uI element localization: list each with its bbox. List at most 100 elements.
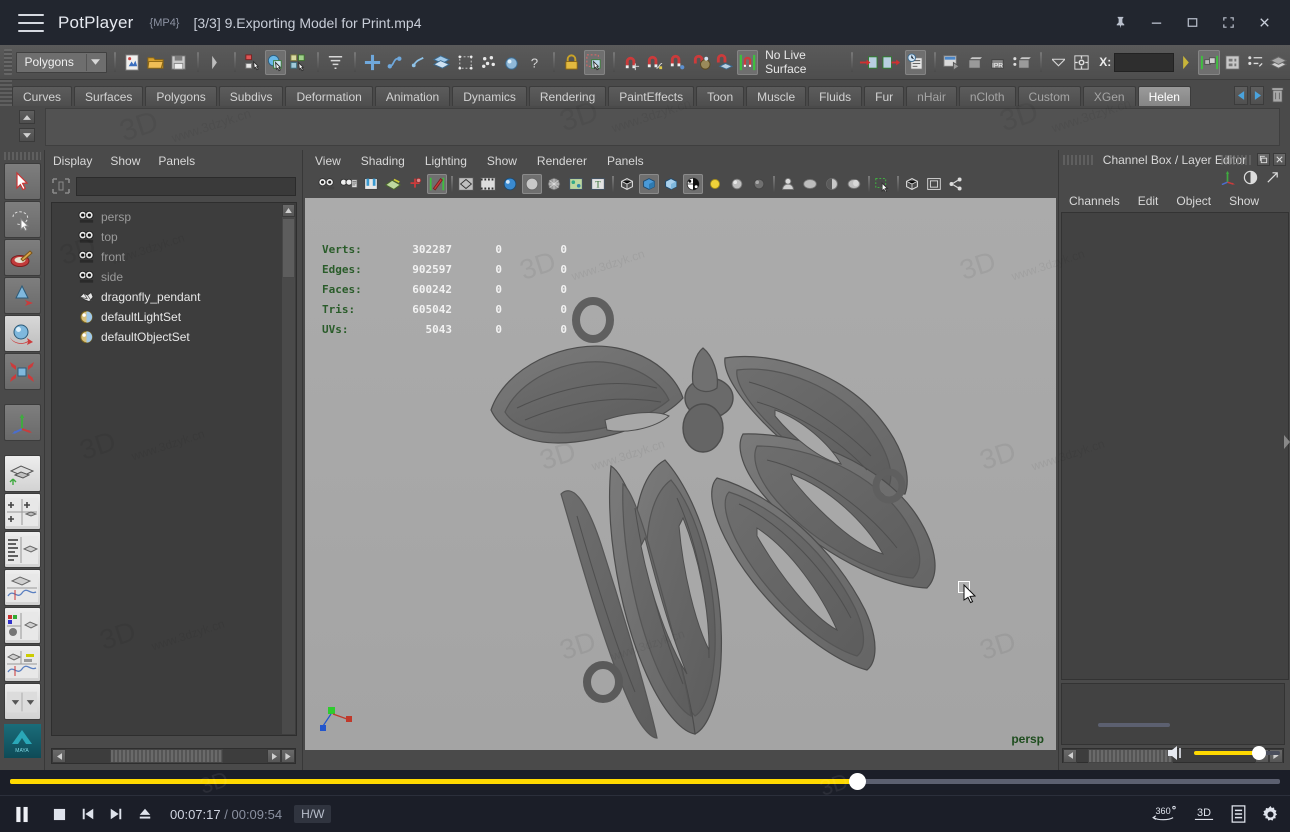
wireframe-on-shaded-icon[interactable] xyxy=(544,174,564,194)
show-hide-editor-icon[interactable] xyxy=(1198,49,1220,75)
shelf-tab-helen[interactable]: Helen xyxy=(1137,86,1191,106)
outliner-resize-icon[interactable] xyxy=(281,749,295,763)
magnet-view-icon[interactable] xyxy=(691,50,712,75)
multisample-icon[interactable] xyxy=(822,174,842,194)
scroll-up-icon[interactable] xyxy=(282,204,295,217)
outliner-item-persp[interactable]: persp xyxy=(52,207,296,227)
depth-of-field-icon[interactable] xyxy=(844,174,864,194)
panel-close-icon[interactable] xyxy=(1273,153,1286,166)
render-settings-icon[interactable] xyxy=(1011,50,1032,75)
viewport-menu-renderer[interactable]: Renderer xyxy=(537,154,587,168)
toolbox-grip[interactable] xyxy=(3,152,41,160)
make-live-sphere-icon[interactable] xyxy=(501,50,522,75)
snap-view-plane-icon[interactable] xyxy=(454,50,475,75)
manipulator-axes-icon[interactable] xyxy=(3,404,41,441)
scroll-right-icon[interactable] xyxy=(267,749,281,763)
hscroll-thumb[interactable] xyxy=(110,749,223,763)
render-view-icon[interactable] xyxy=(941,50,962,75)
chevron-down-icon[interactable] xyxy=(1048,50,1069,75)
xray-active-components-icon[interactable] xyxy=(924,174,944,194)
shelf-prev-icon[interactable] xyxy=(1234,85,1248,105)
outliner-item-defaultLightSet[interactable]: defaultLightSet xyxy=(52,307,296,327)
hscroll-track[interactable] xyxy=(66,749,267,763)
output-connections-icon[interactable] xyxy=(881,50,902,75)
menu-hamburger-icon[interactable] xyxy=(18,13,44,32)
outliner-item-top[interactable]: top xyxy=(52,227,296,247)
viewport-menu-shading[interactable]: Shading xyxy=(361,154,405,168)
outliner-horizontal-scrollbar[interactable] xyxy=(51,748,296,764)
play-pause-button[interactable] xyxy=(0,796,44,832)
scale-tool-icon[interactable] xyxy=(3,353,41,390)
channel-box-content[interactable] xyxy=(1061,212,1289,680)
x-coordinate-input[interactable] xyxy=(1114,52,1175,72)
outliner-item-defaultObjectSet[interactable]: defaultObjectSet xyxy=(52,327,296,347)
contrast-toggle-icon[interactable] xyxy=(1243,170,1258,190)
manipulator-axes-icon[interactable] xyxy=(1219,170,1236,190)
shelf-tab-dynamics[interactable]: Dynamics xyxy=(452,86,527,106)
default-light-icon[interactable] xyxy=(705,174,725,194)
panel-resize-arrow[interactable] xyxy=(1284,435,1290,449)
ipr-render-region-icon[interactable] xyxy=(405,174,425,194)
lock-icon[interactable] xyxy=(561,50,582,75)
channel-box-menu-show[interactable]: Show xyxy=(1229,194,1259,208)
construction-history-icon[interactable] xyxy=(904,49,926,75)
viewport-canvas[interactable]: Verts: 302287 0 0 Edges: 902597 0 0 Faces: 600242… xyxy=(305,198,1056,750)
shelf-strip-down-icon[interactable] xyxy=(19,128,35,142)
occlusion-icon[interactable] xyxy=(778,174,798,194)
help-question-icon[interactable]: ? xyxy=(524,50,545,75)
magnet-curve-icon[interactable] xyxy=(644,50,665,75)
shelf-tab-painteffects[interactable]: PaintEffects xyxy=(608,86,695,106)
undo-arrow-icon[interactable] xyxy=(205,50,226,75)
outliner-persp-layout-icon[interactable] xyxy=(3,531,41,568)
persp-graph-outliner-layout-icon[interactable] xyxy=(3,645,41,682)
render-region-tool-icon[interactable] xyxy=(427,174,447,194)
outliner-item-side[interactable]: side xyxy=(52,267,296,287)
shaded-box-icon[interactable] xyxy=(639,174,659,194)
360-icon[interactable]: 360 xyxy=(1150,804,1178,824)
outliner-menu-display[interactable]: Display xyxy=(53,154,92,168)
attribute-editor-icon[interactable] xyxy=(1222,50,1243,75)
single-view-layout-icon[interactable] xyxy=(3,455,41,492)
select-tool-icon[interactable] xyxy=(3,163,41,200)
shelf-tab-animation[interactable]: Animation xyxy=(374,86,451,106)
viewport-menu-panels[interactable]: Panels xyxy=(607,154,644,168)
minimize-icon[interactable] xyxy=(1140,7,1172,39)
scroll-left-icon[interactable] xyxy=(52,749,66,763)
snap-plane-icon[interactable] xyxy=(431,50,452,75)
y-coordinate-arrow-icon[interactable] xyxy=(1175,50,1196,75)
persp-graph-layout-icon[interactable] xyxy=(3,569,41,606)
film-gate-icon[interactable] xyxy=(478,174,498,194)
toolbar-grip[interactable] xyxy=(4,49,13,75)
layer-list-box[interactable] xyxy=(1061,683,1285,745)
shelf-tab-muscle[interactable]: Muscle xyxy=(746,86,807,106)
bookmark-icon[interactable] xyxy=(361,174,381,194)
texture-display-icon[interactable] xyxy=(566,174,586,194)
channel-box-menu-object[interactable]: Object xyxy=(1176,194,1211,208)
shelf-tab-nhair[interactable]: nHair xyxy=(906,86,957,106)
shelf-tab-rendering[interactable]: Rendering xyxy=(528,86,607,106)
outliner-filter-icon[interactable] xyxy=(51,177,71,195)
smooth-shade-sphere-icon[interactable] xyxy=(500,174,520,194)
selection-highlight-icon[interactable] xyxy=(584,49,606,75)
isolate-select-icon[interactable] xyxy=(873,174,893,194)
magnet-point-icon[interactable] xyxy=(667,50,688,75)
center-pivot-icon[interactable] xyxy=(1071,50,1092,75)
flat-shade-sphere-icon[interactable] xyxy=(522,174,542,194)
outliner-tree[interactable]: persp top front side dragonfly_pendant defaul… xyxy=(51,202,297,736)
viewport-menu-show[interactable]: Show xyxy=(487,154,517,168)
motion-blur-icon[interactable] xyxy=(800,174,820,194)
input-connections-icon[interactable] xyxy=(858,50,879,75)
selection-mode-dropdown[interactable]: Polygons xyxy=(16,51,107,73)
snap-point-icon[interactable] xyxy=(408,50,429,75)
lasso-tool-icon[interactable] xyxy=(3,201,41,238)
pin-icon[interactable] xyxy=(1104,7,1136,39)
magnet-plane-icon[interactable] xyxy=(714,50,735,75)
select-by-hierarchy-icon[interactable] xyxy=(242,50,263,75)
layout-more-down-icon[interactable] xyxy=(3,683,41,720)
make-live-icon[interactable] xyxy=(736,49,759,75)
shelf-grip[interactable] xyxy=(0,80,12,106)
camera-attributes-icon[interactable] xyxy=(339,174,359,194)
maximize-icon[interactable] xyxy=(1176,7,1208,39)
new-scene-icon[interactable] xyxy=(122,50,143,75)
shelf-tab-subdivs[interactable]: Subdivs xyxy=(218,86,284,106)
